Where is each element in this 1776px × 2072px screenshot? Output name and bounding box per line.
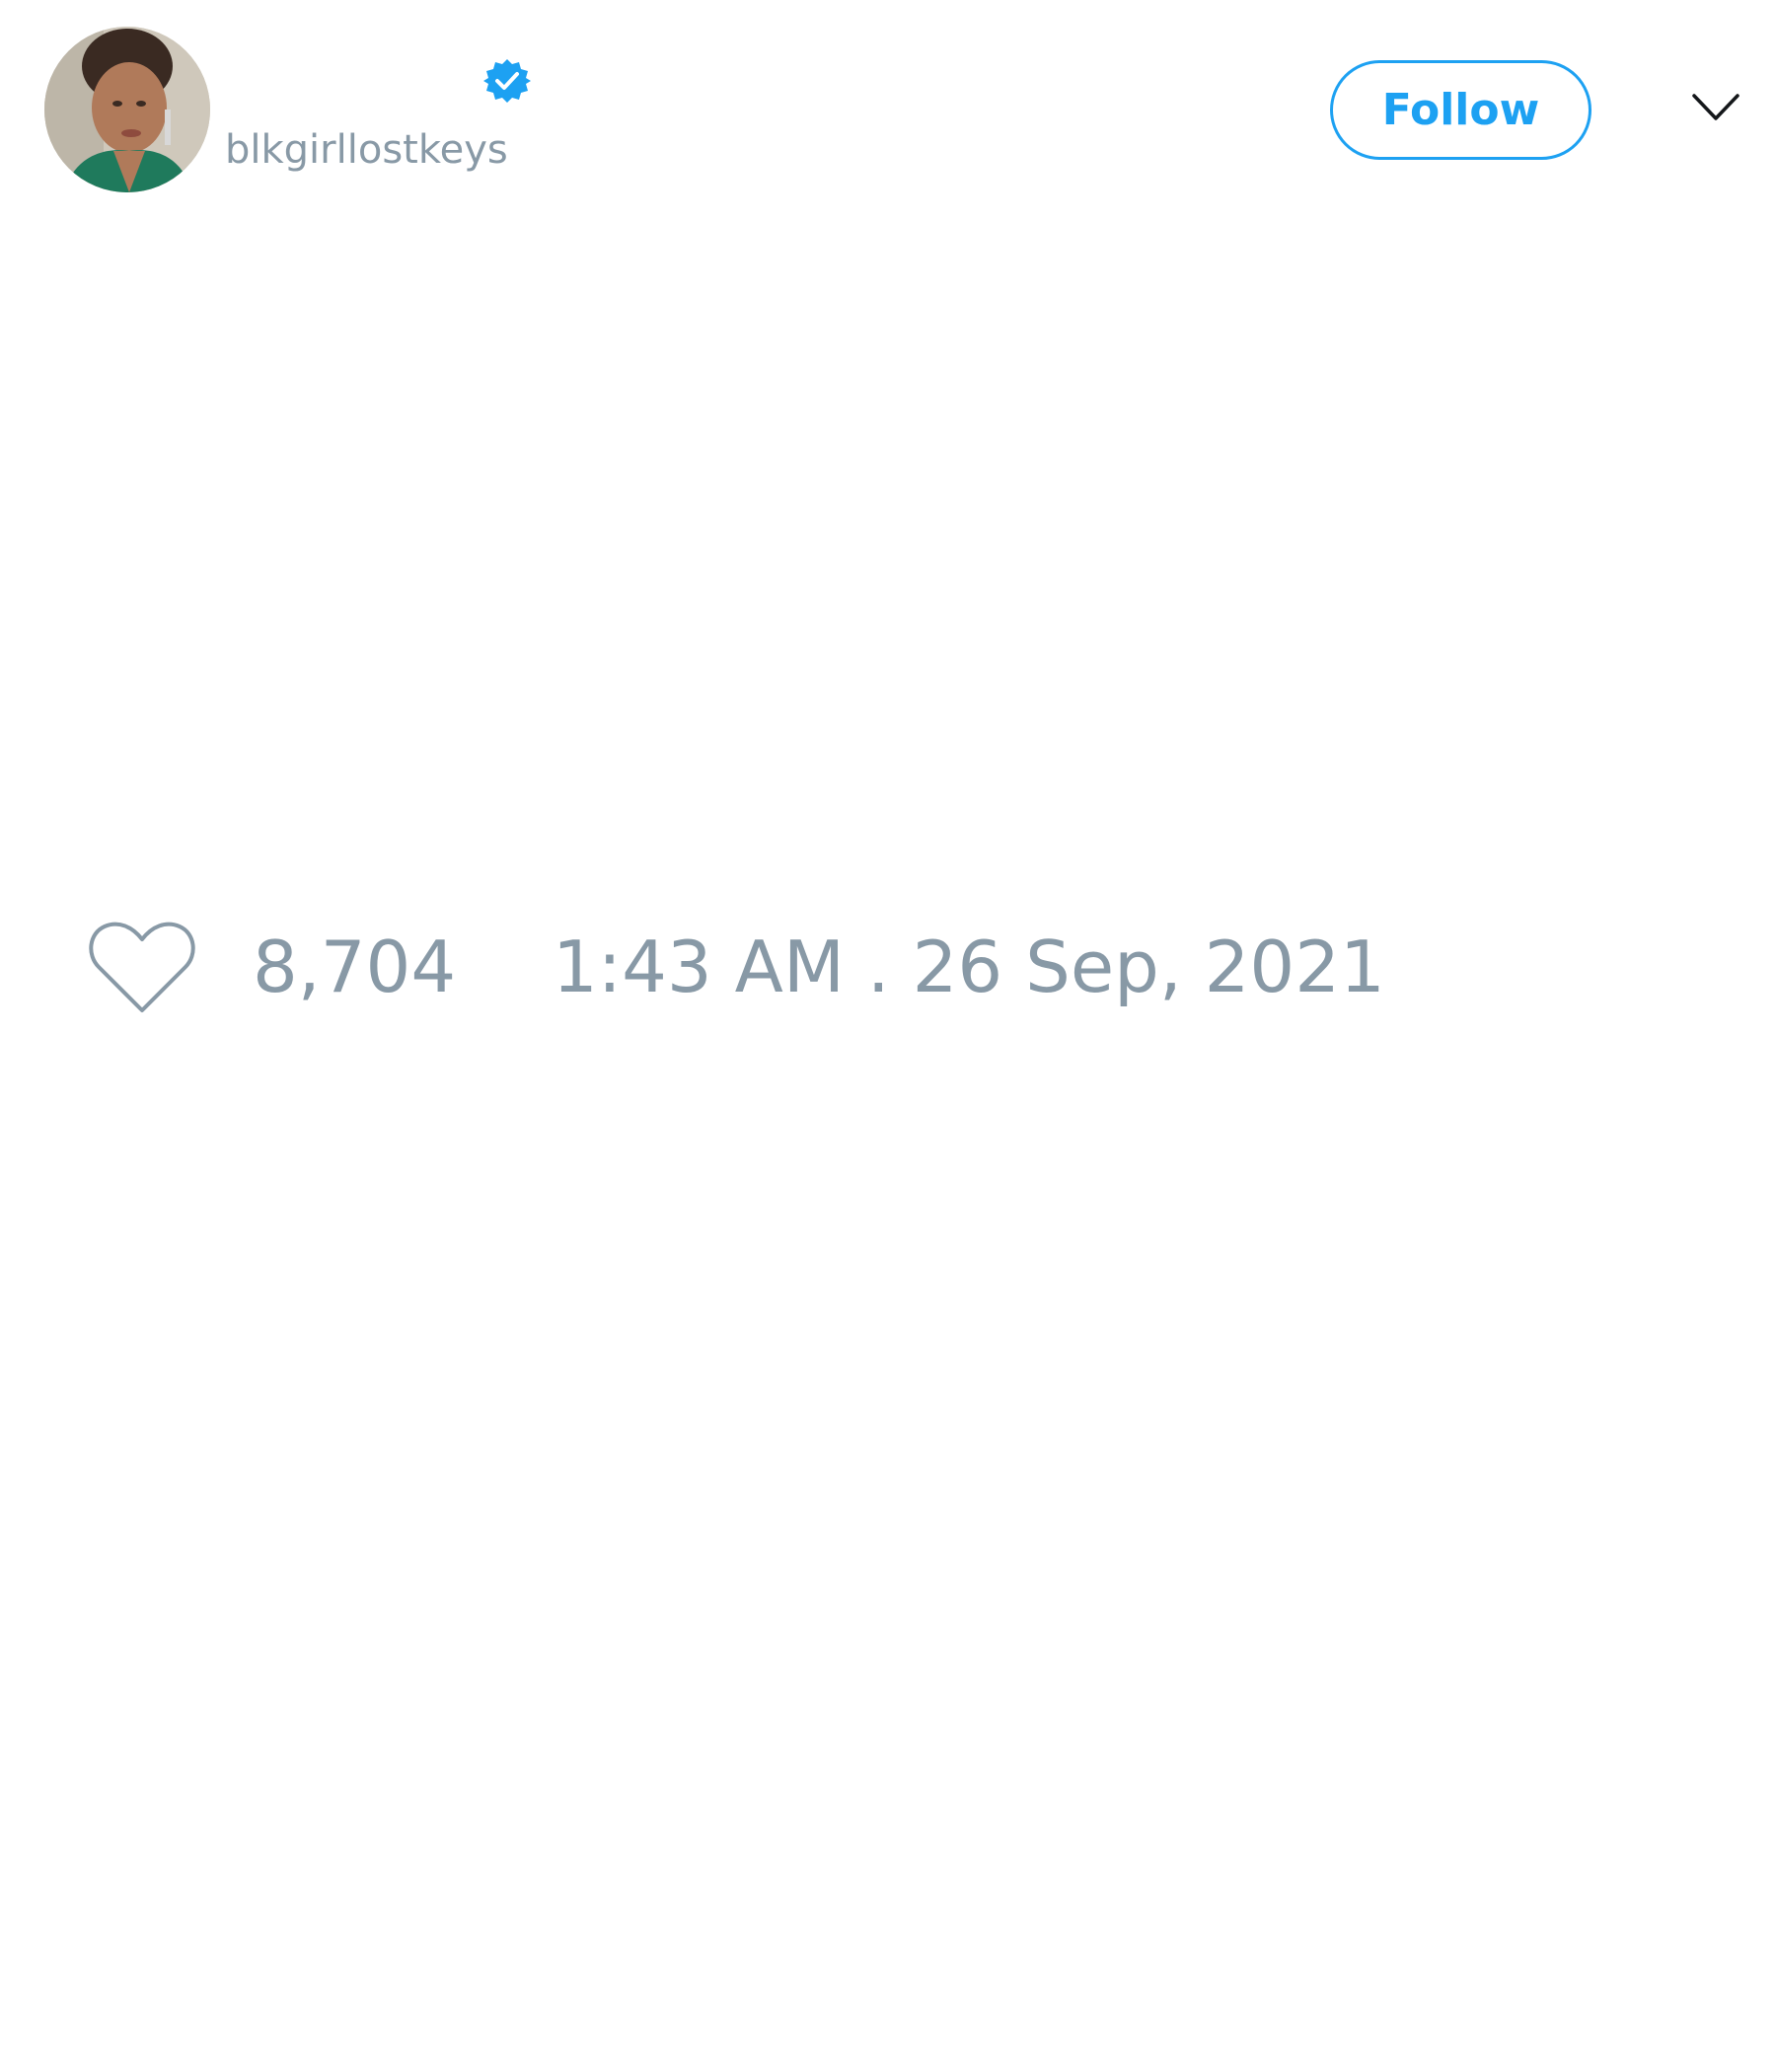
author-handle[interactable]: blkgirllostkeys <box>225 125 508 175</box>
tweet-timestamp[interactable]: 1:43 AM . 26 Sep, 2021 <box>553 925 1385 1008</box>
avatar-image <box>44 27 210 192</box>
chevron-down-icon[interactable] <box>1691 91 1740 124</box>
tweet-card: blkgirllostkeys Follow 8,704 1:43 AM . 2… <box>0 0 1776 2072</box>
follow-button[interactable]: Follow <box>1330 60 1591 160</box>
like-count: 8,704 <box>253 925 457 1008</box>
avatar[interactable] <box>44 27 210 192</box>
verified-badge-icon <box>483 57 531 105</box>
heart-icon[interactable] <box>87 920 197 1014</box>
